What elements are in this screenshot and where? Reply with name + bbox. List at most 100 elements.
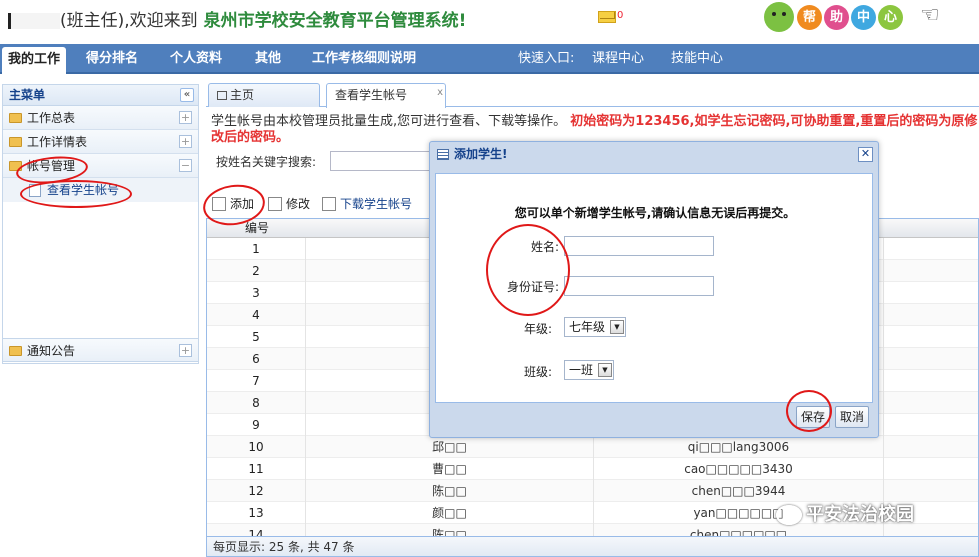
collapse-icon[interactable]: − xyxy=(179,159,192,172)
sidebar: 主菜单 « 工作总表 + 工作详情表 + 帐号管理 − 查看学生帐号 xyxy=(2,84,199,364)
cell-number: 13 xyxy=(207,502,306,524)
content-tabs: 主页 查看学生帐号 x xyxy=(206,83,979,108)
dialog-body: 您可以单个新增学生帐号,请确认信息无误后再提交。 姓名: 身份证号: 年级: 七… xyxy=(435,173,873,403)
help-char-1: 帮 xyxy=(797,5,822,30)
tab-home[interactable]: 主页 xyxy=(208,83,320,107)
class-value: 一班 xyxy=(569,363,594,377)
sidebar-item-account-management[interactable]: 帐号管理 − xyxy=(3,154,198,178)
nav-score-ranking[interactable]: 得分排名 xyxy=(86,44,138,74)
sidebar-item-label: 通知公告 xyxy=(27,344,76,358)
tab-view-student-accounts[interactable]: 查看学生帐号 x xyxy=(326,83,446,108)
download-label: 下载学生帐号 xyxy=(340,197,413,211)
save-button[interactable]: 保存 xyxy=(796,406,831,428)
document-icon xyxy=(29,184,41,197)
class-select[interactable]: 一班 ▼ xyxy=(564,360,614,380)
cell-number: 3 xyxy=(207,282,306,304)
download-icon xyxy=(322,197,336,211)
sidebar-item-notices[interactable]: 通知公告 + xyxy=(2,338,199,362)
edit-icon xyxy=(268,197,282,211)
tab-label: 查看学生帐号 xyxy=(335,88,408,102)
expand-icon[interactable]: + xyxy=(179,111,192,124)
sidebar-collapse-button[interactable]: « xyxy=(180,88,194,102)
dialog-titlebar: 添加学生! ✕ xyxy=(430,142,878,167)
sidebar-item-work-summary[interactable]: 工作总表 + xyxy=(3,106,198,130)
sidebar-header: 主菜单 « xyxy=(3,85,198,106)
tab-home-label: 主页 xyxy=(230,88,255,102)
name-input[interactable] xyxy=(564,236,714,256)
sidebar-title: 主菜单 xyxy=(9,88,46,102)
cell-name: 陈□□ xyxy=(306,524,594,536)
help-char-4: 心 xyxy=(878,5,903,30)
cell-number: 1 xyxy=(207,238,306,260)
folder-icon xyxy=(9,113,22,123)
header: (班主任),欢迎来到 泉州市学校安全教育平台管理系统! 0 帮 助 中 心 ☜ xyxy=(0,0,979,40)
teacher-name-redacted xyxy=(8,13,60,29)
folder-icon xyxy=(9,161,22,171)
table-row[interactable]: 11 曹□□ cao□□□□□3430 xyxy=(207,458,978,480)
cell-number: 8 xyxy=(207,392,306,414)
cell-number: 9 xyxy=(207,414,306,436)
sidebar-notices: 通知公告 + xyxy=(2,338,199,362)
sidebar-subitem-label: 查看学生帐号 xyxy=(47,183,120,197)
welcome-role: (班主任),欢迎来到 xyxy=(60,11,198,31)
table-row[interactable]: 10 邱□□ qi□□□lang3006 xyxy=(207,436,978,458)
tab-close-icon[interactable]: x xyxy=(437,82,443,104)
system-name: 泉州市学校安全教育平台管理系统! xyxy=(203,11,467,31)
help-char-3: 中 xyxy=(851,5,876,30)
cell-number: 5 xyxy=(207,326,306,348)
mascot-icon xyxy=(764,2,794,32)
folder-icon xyxy=(9,137,22,147)
mail-icon[interactable] xyxy=(598,11,616,23)
pointing-hand-icon[interactable]: ☜ xyxy=(920,4,948,28)
add-icon xyxy=(212,197,226,211)
watermark-text: 平安法治校园 xyxy=(806,504,914,525)
help-char-2: 助 xyxy=(824,5,849,30)
dialog-title: 添加学生! xyxy=(454,147,508,161)
dropdown-arrow-icon: ▼ xyxy=(610,320,624,334)
quick-link-course-center[interactable]: 课程中心 xyxy=(592,44,644,74)
quick-entry-label: 快速入口: xyxy=(518,51,575,66)
dialog-close-button[interactable]: ✕ xyxy=(858,147,873,162)
column-header-number: 编号 xyxy=(245,221,270,235)
cell-number: 12 xyxy=(207,480,306,502)
help-center-logo[interactable]: 帮 助 中 心 xyxy=(764,2,919,34)
nav-other[interactable]: 其他 xyxy=(255,44,281,74)
search-input[interactable] xyxy=(330,151,430,171)
name-label: 姓名: xyxy=(530,240,559,254)
sidebar-item-work-details[interactable]: 工作详情表 + xyxy=(3,130,198,154)
sidebar-subitem-view-student-accounts[interactable]: 查看学生帐号 xyxy=(3,178,198,202)
grade-value: 七年级 xyxy=(569,320,606,334)
wechat-icon xyxy=(776,505,802,525)
grade-label: 年级: xyxy=(523,322,552,336)
class-label: 班级: xyxy=(523,365,552,379)
folder-icon xyxy=(9,346,22,356)
add-button[interactable]: 添加 xyxy=(212,194,254,214)
add-label: 添加 xyxy=(230,197,255,211)
intro-normal: 学生帐号由本校管理员批量生成,您可进行查看、下载等操作。 xyxy=(211,114,567,129)
home-icon xyxy=(217,91,227,100)
expand-icon[interactable]: + xyxy=(179,135,192,148)
cell-number: 10 xyxy=(207,436,306,458)
cell-account: qi□□□lang3006 xyxy=(594,436,884,458)
cell-name: 曹□□ xyxy=(306,458,594,480)
sidebar-item-label: 工作详情表 xyxy=(27,135,88,149)
quick-link-skill-center[interactable]: 技能中心 xyxy=(671,44,723,74)
grade-select[interactable]: 七年级 ▼ xyxy=(564,317,626,337)
form-icon xyxy=(437,149,449,160)
edit-label: 修改 xyxy=(286,197,311,211)
main-nav: 我的工作 得分排名 个人资料 其他 工作考核细则说明 快速入口: 课程中心 技能… xyxy=(0,44,979,74)
cancel-button[interactable]: 取消 xyxy=(835,406,870,428)
cell-name: 邱□□ xyxy=(306,436,594,458)
expand-icon[interactable]: + xyxy=(179,344,192,357)
cell-number: 4 xyxy=(207,304,306,326)
nav-profile[interactable]: 个人资料 xyxy=(170,44,222,74)
cell-number: 11 xyxy=(207,458,306,480)
nav-my-work[interactable]: 我的工作 xyxy=(2,47,67,74)
id-number-label: 身份证号: xyxy=(506,280,559,294)
id-number-input[interactable] xyxy=(564,276,714,296)
download-accounts-button[interactable]: 下载学生帐号 xyxy=(322,194,412,214)
cell-account: cao□□□□□3430 xyxy=(594,458,884,480)
nav-assessment-rules[interactable]: 工作考核细则说明 xyxy=(312,44,416,74)
edit-button[interactable]: 修改 xyxy=(268,194,310,214)
cell-number: 14 xyxy=(207,524,306,536)
